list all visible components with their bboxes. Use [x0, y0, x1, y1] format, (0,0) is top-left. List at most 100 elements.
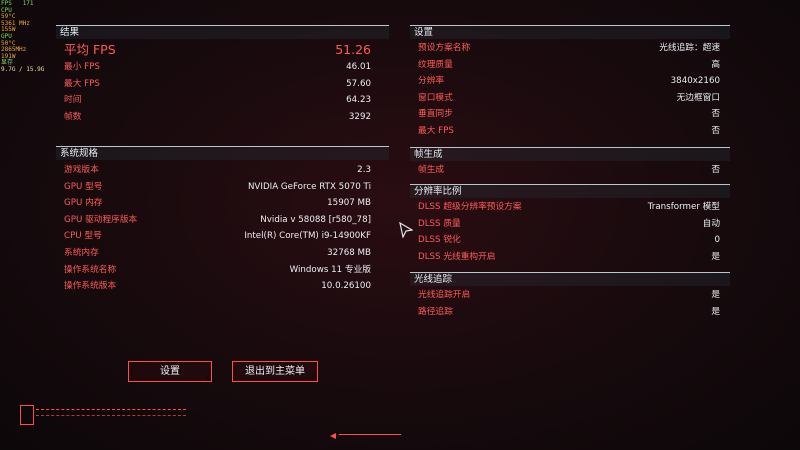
result-row-min-fps: 最小 FPS 46.01: [56, 59, 389, 76]
settings-button[interactable]: 设置: [128, 361, 212, 382]
setting-row: 预设方案名称 光线追踪：超速: [410, 40, 730, 57]
framegen-row: 帧生成 否: [410, 162, 730, 179]
spec-value: 32768 MB: [327, 247, 371, 258]
results-header: 结果: [56, 25, 389, 39]
spec-label: 游戏版本: [64, 165, 99, 175]
overlay-gpu-label: GPU: [1, 32, 12, 40]
spec-row: GPU 内存 15907 MB: [56, 195, 389, 212]
raytracing-row: 路径追踪 是: [410, 304, 730, 321]
spec-label: GPU 型号: [64, 181, 103, 192]
raytracing-value: 是: [711, 306, 720, 317]
setting-label: 预设方案名称: [418, 43, 471, 53]
hud-dashed-line: [36, 409, 186, 410]
raytracing-label: 路径追踪: [418, 306, 453, 317]
results-panel: 结果 平均 FPS 51.26 最小 FPS 46.01 最大 FPS 57.6…: [56, 25, 389, 125]
scaling-row: DLSS 质量 自动: [410, 216, 730, 233]
mouse-cursor-icon: [399, 222, 413, 238]
result-value: 64.23: [346, 95, 371, 106]
setting-value: 高: [711, 59, 720, 70]
setting-label: 最大 FPS: [418, 125, 454, 136]
spec-value: Windows 11 专业版: [289, 264, 371, 275]
resolution-scaling-panel: 分辨率比例 DLSS 超级分辨率预设方案 Transformer 模型 DLSS …: [410, 184, 730, 265]
scaling-label: DLSS 质量: [418, 218, 461, 229]
result-label: 最小 FPS: [64, 62, 100, 72]
spec-row: 操作系统版本 10.0.26100: [56, 278, 389, 295]
result-value: 3292: [348, 111, 371, 122]
spec-label: GPU 内存: [64, 198, 103, 209]
hud-corner-decoration: [20, 405, 34, 425]
result-row-frames: 帧数 3292: [56, 109, 389, 126]
spec-row: GPU 型号 NVIDIA GeForce RTX 5070 Ti: [56, 179, 389, 196]
result-value: 57.60: [346, 78, 371, 89]
scaling-label: DLSS 锐化: [418, 235, 461, 246]
framegen-label: 帧生成: [418, 165, 445, 175]
scaling-row: DLSS 锐化 0: [410, 232, 730, 249]
spec-value: NVIDIA GeForce RTX 5070 Ti: [247, 181, 371, 192]
spec-row: 操作系统名称 Windows 11 专业版: [56, 262, 389, 279]
spec-label: 系统内存: [64, 247, 99, 258]
scaling-header: 分辨率比例: [410, 184, 730, 198]
raytracing-row: 光线追踪开启 是: [410, 287, 730, 304]
exit-to-main-menu-button[interactable]: 退出到主菜单: [232, 361, 318, 382]
ray-tracing-panel: 光线追踪 光线追踪开启是 路径追踪是: [410, 272, 730, 320]
spec-row: 系统内存 32768 MB: [56, 245, 389, 262]
result-row-time: 时间 64.23: [56, 92, 389, 109]
hud-bar: [339, 434, 401, 437]
setting-value: 否: [711, 125, 720, 136]
setting-row: 分辨率 3840x2160: [410, 73, 730, 90]
result-label: 帧数: [64, 111, 82, 122]
arrow-left-icon: [330, 433, 336, 439]
result-label: 平均 FPS: [64, 42, 116, 57]
setting-value: 否: [711, 109, 720, 120]
scaling-value: 自动: [702, 218, 720, 229]
scaling-label: DLSS 超级分辨率预设方案: [418, 202, 522, 212]
framegen-header: 帧生成: [410, 147, 730, 161]
setting-label: 垂直同步: [418, 109, 453, 120]
setting-value: 3840x2160: [670, 76, 720, 87]
spec-label: CPU 型号: [64, 231, 102, 242]
setting-row: 垂直同步 否: [410, 106, 730, 123]
result-row-max-fps: 最大 FPS 57.60: [56, 76, 389, 93]
spec-row: CPU 型号 Intel(R) Core(TM) i9-14900KF: [56, 228, 389, 245]
result-row-avg-fps: 平均 FPS 51.26: [56, 41, 389, 59]
result-label: 时间: [64, 95, 82, 106]
result-value: 46.01: [346, 62, 371, 72]
setting-row: 纹理质量 高: [410, 57, 730, 74]
scaling-value: Transformer 模型: [647, 202, 720, 212]
setting-value: 光线追踪：超速: [659, 43, 720, 53]
hud-dashed-line: [36, 415, 186, 416]
system-specs-panel: 系统规格 游戏版本 2.3 GPU 型号 NVIDIA GeForce RTX 50…: [56, 146, 389, 295]
specs-header: 系统规格: [56, 146, 389, 160]
overlay-fps-value: 171: [22, 0, 34, 7]
spec-value: Intel(R) Core(TM) i9-14900KF: [244, 231, 371, 242]
scaling-value: 0: [714, 235, 720, 246]
raytracing-header: 光线追踪: [410, 272, 730, 286]
setting-label: 窗口模式: [418, 92, 453, 103]
scaling-row: DLSS 光线重构开启 是: [410, 249, 730, 266]
result-label: 最大 FPS: [64, 78, 100, 89]
raytracing-label: 光线追踪开启: [418, 290, 471, 300]
setting-label: 分辨率: [418, 76, 445, 87]
frame-generation-panel: 帧生成 帧生成否: [410, 147, 730, 179]
spec-value: 10.0.26100: [321, 281, 371, 292]
spec-label: 操作系统名称: [64, 264, 117, 275]
spec-label: 操作系统版本: [64, 281, 117, 292]
performance-overlay: FPS 171 CPU 59°C 5361 MHz 155W GPU 50°C …: [1, 0, 45, 74]
setting-row: 最大 FPS 否: [410, 123, 730, 140]
spec-row: GPU 驱动程序版本 Nvidia v 58088 [r580_78]: [56, 212, 389, 229]
spec-value: Nvidia v 58088 [r580_78]: [260, 214, 371, 225]
spec-row: 游戏版本 2.3: [56, 162, 389, 179]
setting-row: 窗口模式 无边框窗口: [410, 90, 730, 107]
overlay-vram-value: 9.7G / 15.9G: [1, 65, 45, 73]
settings-header: 设置: [410, 25, 730, 39]
spec-value: 15907 MB: [327, 198, 371, 209]
scaling-label: DLSS 光线重构开启: [418, 251, 496, 262]
framegen-value: 否: [711, 165, 720, 175]
scaling-row: DLSS 超级分辨率预设方案 Transformer 模型: [410, 199, 730, 216]
result-value: 51.26: [335, 42, 371, 57]
spec-label: GPU 驱动程序版本: [64, 214, 138, 225]
settings-panel: 设置 预设方案名称 光线追踪：超速 纹理质量 高 分辨率 3840x2160 窗口模式…: [410, 25, 730, 140]
setting-value: 无边框窗口: [676, 92, 720, 103]
scaling-value: 是: [711, 251, 720, 262]
raytracing-value: 是: [711, 290, 720, 300]
